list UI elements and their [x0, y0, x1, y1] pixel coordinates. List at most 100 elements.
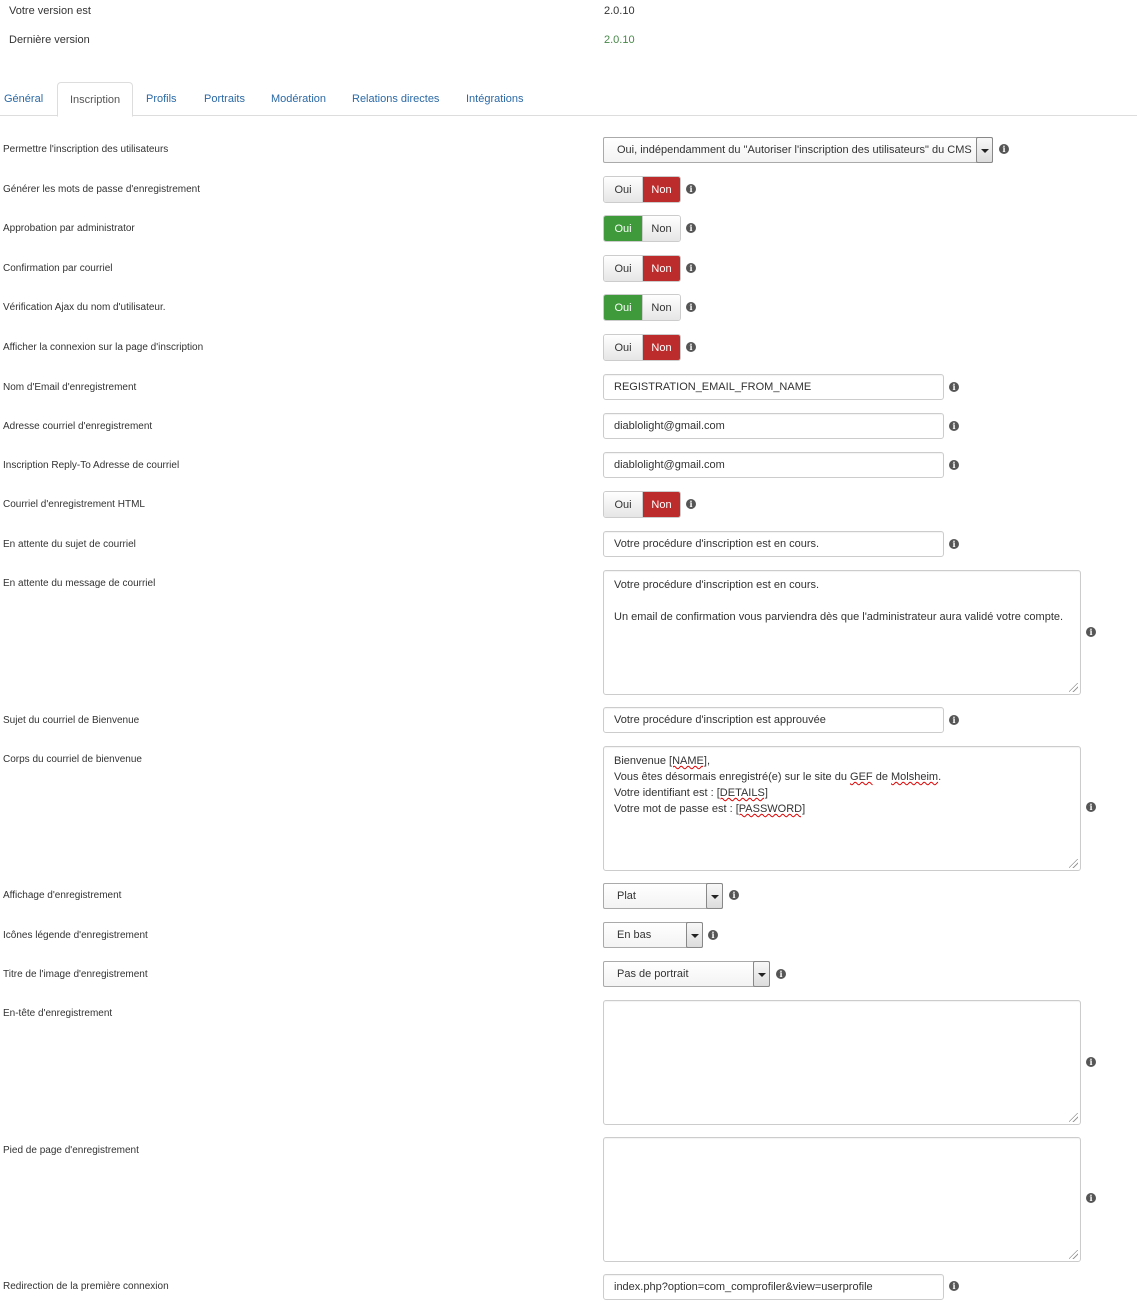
info-icon[interactable]: i — [1086, 627, 1096, 637]
info-icon[interactable]: i — [708, 930, 718, 940]
image-title-select[interactable]: Pas de portrait — [603, 961, 770, 987]
welcome-body-textarea[interactable]: Bienvenue [NAME], Vous êtes désormais en… — [603, 746, 1081, 871]
info-icon[interactable]: i — [686, 223, 696, 233]
email-from-address-label: Adresse courriel d'enregistrement — [3, 421, 153, 432]
pending-message-textarea[interactable]: Votre procédure d'inscription est en cou… — [603, 570, 1081, 695]
textarea-line: Votre identifiant est : [DETAILS] — [614, 787, 768, 799]
latest-version-label: Dernière version — [9, 34, 90, 46]
header-textarea[interactable] — [603, 1000, 1081, 1125]
tab-portraits[interactable]: Portraits — [200, 82, 249, 116]
tab-general[interactable]: Général — [0, 82, 47, 116]
welcome-subject-label: Sujet du courriel de Bienvenue — [3, 715, 140, 726]
chevron-down-icon[interactable] — [753, 961, 770, 987]
textarea-line: Vous êtes désormais enregistré(e) sur le… — [614, 771, 942, 783]
pending-subject-input[interactable]: Votre procédure d'inscription est en cou… — [603, 531, 944, 557]
info-icon[interactable]: i — [686, 342, 696, 352]
info-icon[interactable]: i — [949, 421, 959, 431]
ajax-username-check-toggle: Oui Non — [603, 294, 681, 321]
image-title-label: Titre de l'image d'enregistrement — [3, 969, 148, 980]
legend-icons-label: Icônes légende d'enregistrement — [3, 930, 148, 941]
info-icon[interactable]: i — [949, 1281, 959, 1291]
current-version-value: 2.0.10 — [604, 5, 635, 17]
no-button[interactable]: Non — [642, 335, 680, 360]
info-icon[interactable]: i — [1086, 1057, 1096, 1067]
header-label: En-tête d'enregistrement — [3, 1008, 113, 1019]
yes-button[interactable]: Oui — [604, 177, 642, 202]
footer-label: Pied de page d'enregistrement — [3, 1145, 139, 1156]
show-login-toggle: Oui Non — [603, 334, 681, 361]
info-icon[interactable]: i — [686, 302, 696, 312]
info-icon[interactable]: i — [776, 969, 786, 979]
no-button[interactable]: Non — [642, 216, 680, 241]
html-email-toggle: Oui Non — [603, 491, 681, 518]
reply-to-input[interactable]: diablolight@gmail.com — [603, 452, 944, 478]
info-icon[interactable]: i — [686, 263, 696, 273]
allow-registration-label: Permettre l'inscription des utilisateurs — [3, 144, 169, 155]
registration-display-label: Affichage d'enregistrement — [3, 890, 122, 901]
no-button[interactable]: Non — [642, 492, 680, 517]
generate-passwords-label: Générer les mots de passe d'enregistreme… — [3, 184, 201, 195]
tab-profils[interactable]: Profils — [142, 82, 181, 116]
legend-icons-select[interactable]: En bas — [603, 922, 703, 948]
first-login-redirect-input[interactable]: index.php?option=com_comprofiler&view=us… — [603, 1274, 944, 1300]
resize-handle[interactable] — [1069, 1250, 1078, 1259]
info-icon[interactable]: i — [949, 382, 959, 392]
yes-button[interactable]: Oui — [604, 335, 642, 360]
resize-handle[interactable] — [1069, 1113, 1078, 1122]
html-email-label: Courriel d'enregistrement HTML — [3, 499, 145, 510]
tab-bar: Général Inscription Profils Portraits Mo… — [0, 82, 1137, 117]
admin-approval-toggle: Oui Non — [603, 215, 681, 242]
info-icon[interactable]: i — [686, 499, 696, 509]
welcome-subject-input[interactable]: Votre procédure d'inscription est approu… — [603, 707, 944, 733]
ajax-username-check-label: Vérification Ajax du nom d'utilisateur. — [3, 302, 166, 313]
image-title-value: Pas de portrait — [617, 968, 689, 980]
email-from-address-input[interactable]: diablolight@gmail.com — [603, 413, 944, 439]
email-confirmation-toggle: Oui Non — [603, 255, 681, 282]
reply-to-label: Inscription Reply-To Adresse de courriel — [3, 460, 180, 471]
info-icon[interactable]: i — [1086, 802, 1096, 812]
registration-display-select[interactable]: Plat — [603, 883, 723, 909]
tab-moderation[interactable]: Modération — [267, 82, 330, 116]
email-from-name-label: Nom d'Email d'enregistrement — [3, 382, 137, 393]
email-confirmation-label: Confirmation par courriel — [3, 263, 113, 274]
email-from-name-input[interactable]: REGISTRATION_EMAIL_FROM_NAME — [603, 374, 944, 400]
show-login-label: Afficher la connexion sur la page d'insc… — [3, 342, 204, 353]
textarea-line: Bienvenue [NAME], — [614, 755, 711, 767]
latest-version-value: 2.0.10 — [604, 34, 635, 46]
yes-button[interactable]: Oui — [604, 492, 642, 517]
tab-relations-directes[interactable]: Relations directes — [348, 82, 443, 116]
allow-registration-select[interactable]: Oui, indépendamment du "Autoriser l'insc… — [603, 137, 993, 163]
resize-handle[interactable] — [1069, 859, 1078, 868]
allow-registration-value: Oui, indépendamment du "Autoriser l'insc… — [617, 144, 972, 156]
pending-message-label: En attente du message de courriel — [3, 578, 156, 589]
chevron-down-icon[interactable] — [706, 883, 723, 909]
info-icon[interactable]: i — [1086, 1193, 1096, 1203]
pending-subject-label: En attente du sujet de courriel — [3, 539, 136, 550]
tab-inscription[interactable]: Inscription — [57, 82, 134, 117]
info-icon[interactable]: i — [729, 890, 739, 900]
legend-icons-value: En bas — [617, 929, 652, 941]
admin-approval-label: Approbation par administrator — [3, 223, 135, 234]
first-login-redirect-label: Redirection de la première connexion — [3, 1281, 169, 1292]
chevron-down-icon[interactable] — [686, 922, 703, 948]
yes-button[interactable]: Oui — [604, 256, 642, 281]
footer-textarea[interactable] — [603, 1137, 1081, 1262]
textarea-line: Un email de confirmation vous parviendra… — [614, 611, 1064, 623]
welcome-body-label: Corps du courriel de bienvenue — [3, 754, 142, 765]
yes-button[interactable]: Oui — [604, 295, 642, 320]
no-button[interactable]: Non — [642, 295, 680, 320]
tab-integrations[interactable]: Intégrations — [462, 82, 527, 116]
no-button[interactable]: Non — [642, 177, 680, 202]
chevron-down-icon[interactable] — [976, 137, 993, 163]
current-version-label: Votre version est — [9, 5, 91, 17]
info-icon[interactable]: i — [999, 144, 1009, 154]
info-icon[interactable]: i — [949, 460, 959, 470]
info-icon[interactable]: i — [949, 539, 959, 549]
no-button[interactable]: Non — [642, 256, 680, 281]
resize-handle[interactable] — [1069, 683, 1078, 692]
registration-display-value: Plat — [617, 890, 636, 902]
info-icon[interactable]: i — [949, 715, 959, 725]
yes-button[interactable]: Oui — [604, 216, 642, 241]
info-icon[interactable]: i — [686, 184, 696, 194]
textarea-line: Votre mot de passe est : [PASSWORD] — [614, 803, 806, 815]
